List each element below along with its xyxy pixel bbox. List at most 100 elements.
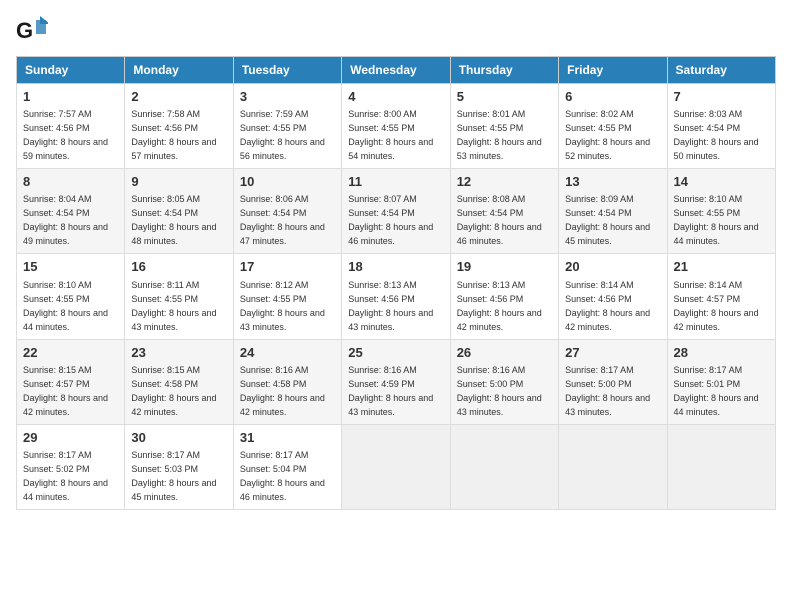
sunrise-info: Sunrise: 8:11 AMSunset: 4:55 PMDaylight:… (131, 280, 216, 332)
calendar-cell: 2 Sunrise: 7:58 AMSunset: 4:56 PMDaylight… (125, 84, 233, 169)
day-number: 17 (240, 258, 335, 276)
sunrise-info: Sunrise: 8:17 AMSunset: 5:03 PMDaylight:… (131, 450, 216, 502)
day-number: 20 (565, 258, 660, 276)
calendar-cell: 25 Sunrise: 8:16 AMSunset: 4:59 PMDayligh… (342, 339, 450, 424)
sunrise-info: Sunrise: 8:09 AMSunset: 4:54 PMDaylight:… (565, 194, 650, 246)
calendar-cell: 4 Sunrise: 8:00 AMSunset: 4:55 PMDaylight… (342, 84, 450, 169)
day-number: 2 (131, 88, 226, 106)
day-number: 4 (348, 88, 443, 106)
sunrise-info: Sunrise: 8:17 AMSunset: 5:04 PMDaylight:… (240, 450, 325, 502)
day-number: 23 (131, 344, 226, 362)
calendar-cell: 17 Sunrise: 8:12 AMSunset: 4:55 PMDayligh… (233, 254, 341, 339)
weekday-header-wednesday: Wednesday (342, 57, 450, 84)
calendar-cell: 27 Sunrise: 8:17 AMSunset: 5:00 PMDayligh… (559, 339, 667, 424)
day-number: 18 (348, 258, 443, 276)
logo-icon: G (16, 16, 48, 44)
week-row-2: 8 Sunrise: 8:04 AMSunset: 4:54 PMDaylight… (17, 169, 776, 254)
day-number: 1 (23, 88, 118, 106)
calendar-cell: 6 Sunrise: 8:02 AMSunset: 4:55 PMDaylight… (559, 84, 667, 169)
calendar-cell (667, 424, 775, 509)
day-number: 16 (131, 258, 226, 276)
day-number: 28 (674, 344, 769, 362)
sunrise-info: Sunrise: 8:05 AMSunset: 4:54 PMDaylight:… (131, 194, 216, 246)
calendar-cell: 28 Sunrise: 8:17 AMSunset: 5:01 PMDayligh… (667, 339, 775, 424)
day-number: 27 (565, 344, 660, 362)
day-number: 26 (457, 344, 552, 362)
sunrise-info: Sunrise: 8:15 AMSunset: 4:58 PMDaylight:… (131, 365, 216, 417)
sunrise-info: Sunrise: 8:17 AMSunset: 5:00 PMDaylight:… (565, 365, 650, 417)
calendar-header-row: SundayMondayTuesdayWednesdayThursdayFrid… (17, 57, 776, 84)
weekday-header-saturday: Saturday (667, 57, 775, 84)
sunrise-info: Sunrise: 8:13 AMSunset: 4:56 PMDaylight:… (457, 280, 542, 332)
day-number: 8 (23, 173, 118, 191)
sunrise-info: Sunrise: 8:12 AMSunset: 4:55 PMDaylight:… (240, 280, 325, 332)
day-number: 19 (457, 258, 552, 276)
sunrise-info: Sunrise: 8:03 AMSunset: 4:54 PMDaylight:… (674, 109, 759, 161)
day-number: 30 (131, 429, 226, 447)
day-number: 31 (240, 429, 335, 447)
sunrise-info: Sunrise: 8:13 AMSunset: 4:56 PMDaylight:… (348, 280, 433, 332)
calendar-table: SundayMondayTuesdayWednesdayThursdayFrid… (16, 56, 776, 510)
sunrise-info: Sunrise: 7:58 AMSunset: 4:56 PMDaylight:… (131, 109, 216, 161)
calendar-cell: 18 Sunrise: 8:13 AMSunset: 4:56 PMDayligh… (342, 254, 450, 339)
calendar-cell: 1 Sunrise: 7:57 AMSunset: 4:56 PMDaylight… (17, 84, 125, 169)
sunrise-info: Sunrise: 7:59 AMSunset: 4:55 PMDaylight:… (240, 109, 325, 161)
calendar-cell: 16 Sunrise: 8:11 AMSunset: 4:55 PMDayligh… (125, 254, 233, 339)
day-number: 6 (565, 88, 660, 106)
day-number: 11 (348, 173, 443, 191)
sunrise-info: Sunrise: 8:02 AMSunset: 4:55 PMDaylight:… (565, 109, 650, 161)
week-row-3: 15Sunrise: 8:10 AMSunset: 4:55 PMDayligh… (17, 254, 776, 339)
calendar-cell (559, 424, 667, 509)
calendar-cell: 26 Sunrise: 8:16 AMSunset: 5:00 PMDayligh… (450, 339, 558, 424)
day-number: 7 (674, 88, 769, 106)
weekday-header-friday: Friday (559, 57, 667, 84)
day-number: 24 (240, 344, 335, 362)
calendar-cell: 10Sunrise: 8:06 AMSunset: 4:54 PMDayligh… (233, 169, 341, 254)
calendar-cell: 12 Sunrise: 8:08 AMSunset: 4:54 PMDayligh… (450, 169, 558, 254)
sunrise-info: Sunrise: 8:16 AMSunset: 4:59 PMDaylight:… (348, 365, 433, 417)
sunrise-info: Sunrise: 8:08 AMSunset: 4:54 PMDaylight:… (457, 194, 542, 246)
calendar-cell: 9Sunrise: 8:05 AMSunset: 4:54 PMDaylight… (125, 169, 233, 254)
sunrise-info: Sunrise: 8:14 AMSunset: 4:57 PMDaylight:… (674, 280, 759, 332)
day-number: 25 (348, 344, 443, 362)
sunrise-info: Sunrise: 8:16 AMSunset: 5:00 PMDaylight:… (457, 365, 542, 417)
calendar-cell: 19 Sunrise: 8:13 AMSunset: 4:56 PMDayligh… (450, 254, 558, 339)
sunrise-info: Sunrise: 8:17 AMSunset: 5:01 PMDaylight:… (674, 365, 759, 417)
sunrise-info: Sunrise: 8:10 AMSunset: 4:55 PMDaylight:… (674, 194, 759, 246)
page-header: G (16, 16, 776, 44)
day-number: 29 (23, 429, 118, 447)
calendar-cell (450, 424, 558, 509)
week-row-4: 22Sunrise: 8:15 AMSunset: 4:57 PMDayligh… (17, 339, 776, 424)
day-number: 15 (23, 258, 118, 276)
calendar-cell: 5Sunrise: 8:01 AMSunset: 4:55 PMDaylight… (450, 84, 558, 169)
week-row-1: 1 Sunrise: 7:57 AMSunset: 4:56 PMDaylight… (17, 84, 776, 169)
sunrise-info: Sunrise: 8:04 AMSunset: 4:54 PMDaylight:… (23, 194, 108, 246)
calendar-cell: 22Sunrise: 8:15 AMSunset: 4:57 PMDayligh… (17, 339, 125, 424)
sunrise-info: Sunrise: 8:00 AMSunset: 4:55 PMDaylight:… (348, 109, 433, 161)
logo: G (16, 16, 52, 44)
day-number: 12 (457, 173, 552, 191)
sunrise-info: Sunrise: 7:57 AMSunset: 4:56 PMDaylight:… (23, 109, 108, 161)
calendar-cell: 24Sunrise: 8:16 AMSunset: 4:58 PMDayligh… (233, 339, 341, 424)
calendar-cell: 31 Sunrise: 8:17 AMSunset: 5:04 PMDayligh… (233, 424, 341, 509)
calendar-cell: 11 Sunrise: 8:07 AMSunset: 4:54 PMDayligh… (342, 169, 450, 254)
sunrise-info: Sunrise: 8:01 AMSunset: 4:55 PMDaylight:… (457, 109, 542, 161)
day-number: 21 (674, 258, 769, 276)
svg-text:G: G (16, 18, 33, 43)
weekday-header-monday: Monday (125, 57, 233, 84)
calendar-cell: 21 Sunrise: 8:14 AMSunset: 4:57 PMDayligh… (667, 254, 775, 339)
calendar-cell: 3Sunrise: 7:59 AMSunset: 4:55 PMDaylight… (233, 84, 341, 169)
sunrise-info: Sunrise: 8:07 AMSunset: 4:54 PMDaylight:… (348, 194, 433, 246)
day-number: 13 (565, 173, 660, 191)
calendar-cell: 7 Sunrise: 8:03 AMSunset: 4:54 PMDaylight… (667, 84, 775, 169)
weekday-header-tuesday: Tuesday (233, 57, 341, 84)
week-row-5: 29 Sunrise: 8:17 AMSunset: 5:02 PMDayligh… (17, 424, 776, 509)
calendar-cell: 15Sunrise: 8:10 AMSunset: 4:55 PMDayligh… (17, 254, 125, 339)
weekday-header-thursday: Thursday (450, 57, 558, 84)
sunrise-info: Sunrise: 8:17 AMSunset: 5:02 PMDaylight:… (23, 450, 108, 502)
day-number: 10 (240, 173, 335, 191)
calendar-cell: 14Sunrise: 8:10 AMSunset: 4:55 PMDayligh… (667, 169, 775, 254)
sunrise-info: Sunrise: 8:15 AMSunset: 4:57 PMDaylight:… (23, 365, 108, 417)
calendar-cell: 23 Sunrise: 8:15 AMSunset: 4:58 PMDayligh… (125, 339, 233, 424)
calendar-cell: 30 Sunrise: 8:17 AMSunset: 5:03 PMDayligh… (125, 424, 233, 509)
